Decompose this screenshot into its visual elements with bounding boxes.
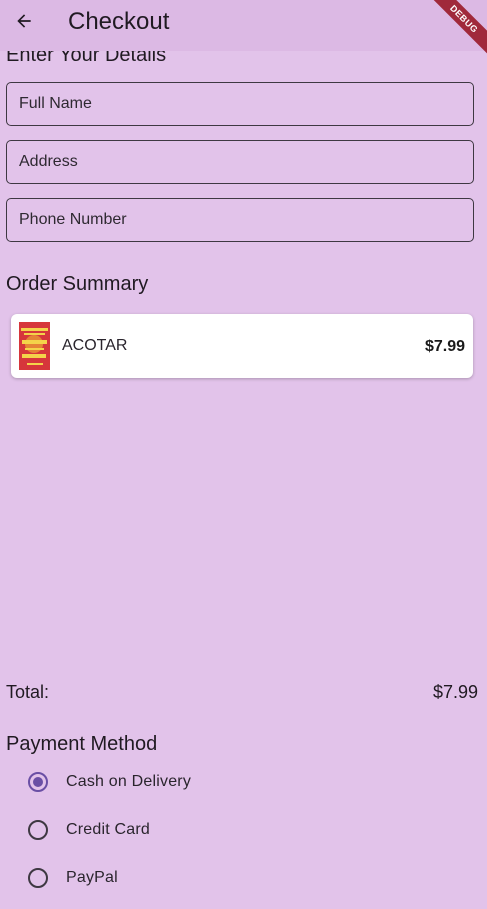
payment-option-label: Cash on Delivery bbox=[66, 773, 192, 790]
item-price: $7.99 bbox=[424, 338, 465, 355]
page-title: Checkout bbox=[68, 8, 170, 35]
back-button[interactable] bbox=[4, 3, 44, 43]
total-value: $7.99 bbox=[432, 682, 478, 702]
arrow-back-icon[interactable] bbox=[14, 11, 34, 36]
full-name-field[interactable] bbox=[6, 82, 474, 126]
app-bar: Checkout bbox=[0, 0, 487, 51]
order-summary-title: Order Summary bbox=[6, 273, 149, 295]
item-title: ACOTAR bbox=[62, 337, 128, 354]
payment-method-title: Payment Method bbox=[6, 733, 158, 755]
payment-option-label: PayPal bbox=[66, 869, 118, 886]
radio-button-selected[interactable] bbox=[28, 772, 48, 792]
payment-option-paypal[interactable]: PayPal bbox=[28, 863, 118, 893]
book-cover-image bbox=[19, 322, 50, 370]
radio-button[interactable] bbox=[28, 868, 48, 888]
payment-option-label: Credit Card bbox=[66, 821, 151, 838]
payment-option-cash-on-delivery[interactable]: Cash on Delivery bbox=[28, 767, 191, 797]
address-input[interactable] bbox=[7, 141, 473, 183]
phone-number-field[interactable] bbox=[6, 198, 474, 242]
total-label: Total: bbox=[6, 682, 50, 702]
address-field[interactable] bbox=[6, 140, 474, 184]
payment-option-credit-card[interactable]: Credit Card bbox=[28, 815, 150, 845]
radio-button[interactable] bbox=[28, 820, 48, 840]
full-name-input[interactable] bbox=[7, 83, 473, 125]
phone-number-input[interactable] bbox=[7, 199, 473, 241]
order-item-card: ACOTAR $7.99 bbox=[11, 314, 473, 378]
